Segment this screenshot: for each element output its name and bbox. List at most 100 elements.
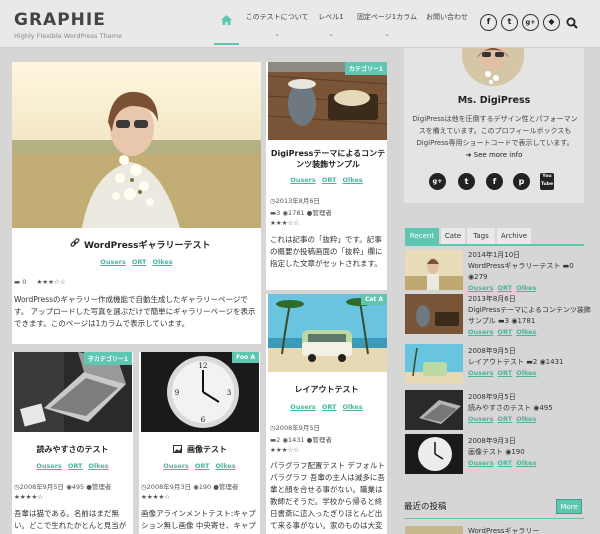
googleplus-icon[interactable]: g+ — [522, 14, 539, 31]
nav-home[interactable] — [214, 12, 239, 45]
nav-contact[interactable]: お問い合わせ — [424, 12, 470, 46]
post-image-digipress[interactable]: カテゴリー1 — [268, 62, 387, 140]
category-link[interactable]: Ousers — [468, 328, 494, 336]
category-link[interactable]: Ousers — [468, 459, 494, 467]
category-link[interactable]: ORT — [132, 258, 147, 266]
tab-recent[interactable]: Recent — [405, 228, 439, 244]
category-link[interactable]: Olkes — [343, 403, 363, 411]
feedly-icon[interactable]: ◆ — [543, 14, 560, 31]
category-link[interactable]: ORT — [498, 459, 513, 467]
post-image-gallery[interactable] — [12, 62, 261, 228]
post-title-readable[interactable]: 読みやすさのテスト — [12, 444, 133, 455]
chevron-down-icon: ⌄ — [328, 30, 334, 38]
svg-text:3: 3 — [227, 389, 231, 397]
category-link[interactable]: ORT — [322, 403, 337, 411]
search-icon[interactable] — [566, 17, 578, 29]
recent-title[interactable]: 画像テスト — [468, 448, 503, 456]
recent-title[interactable]: WordPressギャラリーテスト — [468, 262, 560, 270]
category-link[interactable]: ORT — [195, 462, 210, 470]
twitter-icon[interactable]: t — [501, 14, 518, 31]
category-link[interactable]: Olkes — [516, 284, 536, 292]
image-icon — [173, 445, 182, 453]
post-meta: ▬ 0 ★★★☆☆ — [14, 278, 66, 286]
recent-post-thumb[interactable] — [405, 526, 463, 534]
facebook-icon[interactable]: f — [486, 173, 503, 190]
post-category-tag[interactable]: Cat A — [360, 294, 387, 305]
recent-post-title[interactable]: WordPressギャラリー — [468, 526, 539, 534]
home-icon — [221, 15, 232, 25]
category-link[interactable]: Ousers — [163, 462, 189, 470]
post-category-tag[interactable]: カテゴリー1 — [344, 62, 387, 75]
recent-item: 2014年1月10日 WordPressギャラリーテスト ▬0 ◉279 Ous… — [468, 250, 596, 294]
svg-text:12: 12 — [199, 362, 208, 370]
category-link[interactable]: ORT — [498, 284, 513, 292]
recent-thumb[interactable] — [405, 434, 463, 474]
post-title-imagetest[interactable]: 画像テスト — [187, 444, 227, 455]
post-title-layout[interactable]: レイアウトテスト — [266, 384, 387, 395]
category-link[interactable]: ORT — [498, 369, 513, 377]
category-link[interactable]: ORT — [498, 415, 513, 423]
comment-icon: ▬ — [526, 358, 533, 366]
twitter-icon[interactable]: t — [458, 173, 475, 190]
nav-level1[interactable]: レベル1 ⌄ — [314, 12, 348, 46]
youtube-icon[interactable]: You Tube — [540, 173, 554, 190]
post-title-digipress[interactable]: DigiPressテーマによるコンテンツ装飾サンプル — [270, 148, 386, 170]
comment-icon: ▬ — [14, 278, 21, 286]
post-excerpt: これは記事の「抜粋」です。記事の概要か投稿画面の「抜粋」欄に指定した文章がセット… — [270, 235, 383, 268]
category-link[interactable]: Olkes — [516, 415, 536, 423]
category-link[interactable]: Olkes — [516, 328, 536, 336]
tab-cate[interactable]: Cate — [441, 228, 465, 244]
post-date: ◷2013年8月6日 — [270, 197, 320, 205]
category-link[interactable]: Olkes — [516, 459, 536, 467]
recent-item: 2008年9月5日 レイアウトテスト ▬2 ◉1431 Ousers ORT Olk… — [468, 346, 596, 379]
post-category-tag[interactable]: 子カテゴリー1 — [83, 352, 132, 365]
recent-thumb[interactable] — [405, 390, 463, 430]
arrow-right-icon: ➜ — [465, 151, 474, 159]
nav-fixed-page[interactable]: 固定ページ1カラム ⌄ — [356, 12, 418, 46]
facebook-icon[interactable]: f — [480, 14, 497, 31]
category-link[interactable]: Olkes — [89, 462, 109, 470]
category-link[interactable]: ORT — [322, 176, 337, 184]
widget-divider — [404, 518, 584, 519]
category-link[interactable]: Ousers — [468, 369, 494, 377]
site-logo[interactable]: GRAPHIE — [14, 10, 106, 30]
category-link[interactable]: Olkes — [516, 369, 536, 377]
tab-tags[interactable]: Tags — [467, 228, 495, 244]
pinterest-icon[interactable]: p — [513, 173, 530, 190]
recent-date: 2008年9月5日 — [468, 347, 516, 355]
post-image-readable[interactable]: 子カテゴリー1 — [14, 352, 132, 432]
category-link[interactable]: Ousers — [468, 415, 494, 423]
recent-thumb[interactable] — [405, 250, 463, 290]
category-link[interactable]: Ousers — [468, 284, 494, 292]
category-link[interactable]: Olkes — [216, 462, 236, 470]
category-link[interactable]: ORT — [498, 328, 513, 336]
comment-count: 0 — [22, 278, 27, 286]
post-image-imagetest[interactable]: 12 3 6 9 Foo A — [141, 352, 259, 432]
post-image-layout[interactable]: Cat A — [268, 294, 387, 372]
category-link[interactable]: Ousers — [290, 403, 316, 411]
recent-title[interactable]: 読みやすさのテスト — [468, 404, 531, 412]
recent-thumb[interactable] — [405, 294, 463, 334]
post-category-tag[interactable]: Foo A — [232, 352, 259, 363]
category-link[interactable]: Olkes — [343, 176, 363, 184]
rating-stars: ★★★☆☆ — [36, 278, 66, 286]
recent-item: 2008年9月3日 画像テスト ◉190 Ousers ORT Olkes — [468, 436, 596, 469]
svg-text:9: 9 — [175, 389, 179, 397]
googleplus-icon[interactable]: g+ — [429, 173, 446, 190]
recent-item: 2013年8月6日 DigiPressテーマによるコンテンツ装飾サンプル ▬3 … — [468, 294, 596, 338]
category-link[interactable]: ORT — [68, 462, 83, 470]
category-link[interactable]: Ousers — [290, 176, 316, 184]
see-more-link[interactable]: ➜ See more info — [404, 151, 584, 159]
post-stats: ▬2 ◉1431 ●管理者 — [270, 436, 332, 444]
tab-archive[interactable]: Archive — [497, 228, 531, 244]
category-link[interactable]: Ousers — [100, 258, 126, 266]
recent-title[interactable]: レイアウトテスト — [468, 358, 524, 366]
recent-thumb[interactable] — [405, 344, 463, 384]
post-title-gallery[interactable]: WordPressギャラリーテスト — [84, 238, 211, 251]
nav-about[interactable]: このテストについて ⌄ — [244, 12, 310, 46]
nav-label: 固定ページ1カラム — [356, 13, 418, 21]
category-link[interactable]: Olkes — [153, 258, 173, 266]
category-link[interactable]: Ousers — [36, 462, 62, 470]
post-categories: Ousers ORT Olkes — [12, 258, 261, 266]
more-button[interactable]: More — [556, 499, 582, 514]
